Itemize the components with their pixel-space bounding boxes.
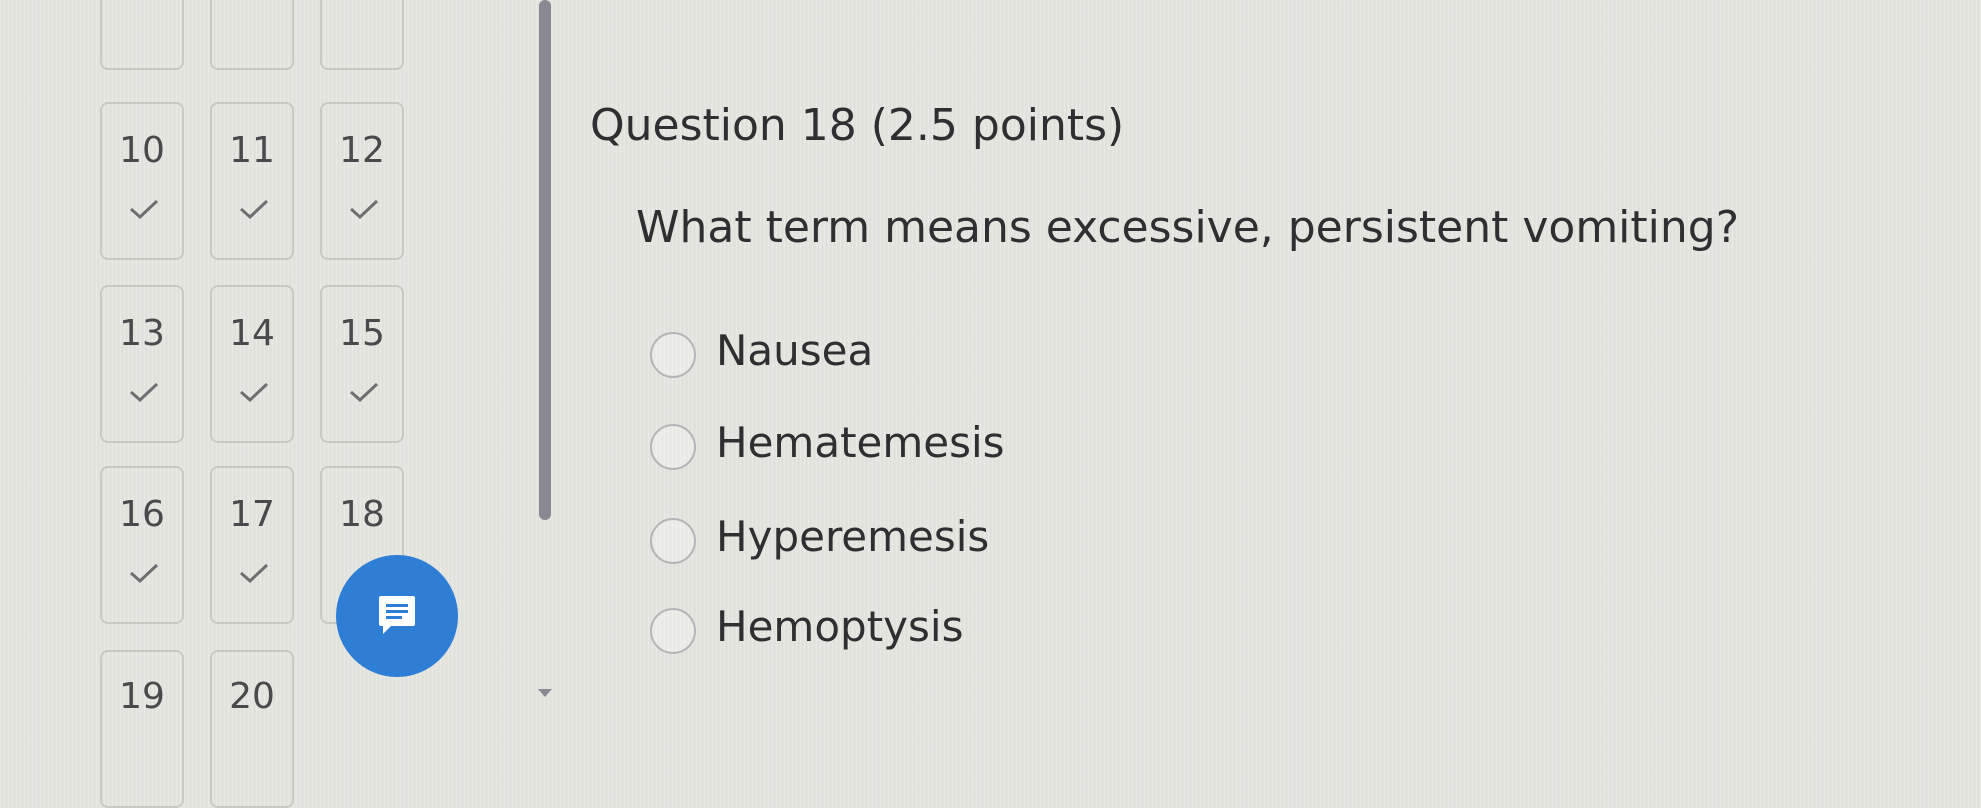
question-number: 16 xyxy=(119,494,165,535)
question-number: 11 xyxy=(229,130,275,171)
question-navigator: 10 11 12 13 14 15 16 17 18 19 20 xyxy=(0,0,540,808)
radio-button[interactable] xyxy=(650,518,696,564)
message-icon xyxy=(379,596,415,634)
checkmark-icon xyxy=(350,382,379,403)
question-tile-20[interactable]: 20 xyxy=(210,650,294,808)
answer-label: Hemoptysis xyxy=(716,602,964,651)
checkmark-icon xyxy=(130,199,159,220)
question-tile-14[interactable]: 14 xyxy=(210,285,294,443)
question-tile-9[interactable] xyxy=(320,0,404,70)
question-tile-10[interactable]: 10 xyxy=(100,102,184,260)
feedback-button[interactable] xyxy=(336,555,458,677)
question-tile-19[interactable]: 19 xyxy=(100,650,184,808)
question-number: 19 xyxy=(119,676,165,717)
question-tile-8[interactable] xyxy=(210,0,294,70)
radio-button[interactable] xyxy=(650,608,696,654)
question-text: What term means excessive, persistent vo… xyxy=(636,202,1740,253)
question-tile-7[interactable] xyxy=(100,0,184,70)
question-tile-16[interactable]: 16 xyxy=(100,466,184,624)
checkmark-icon xyxy=(130,563,159,584)
question-number: 10 xyxy=(119,130,165,171)
question-tile-11[interactable]: 11 xyxy=(210,102,294,260)
answer-label: Nausea xyxy=(716,326,874,375)
question-tile-12[interactable]: 12 xyxy=(320,102,404,260)
radio-button[interactable] xyxy=(650,332,696,378)
checkmark-icon xyxy=(240,382,269,403)
question-tile-17[interactable]: 17 xyxy=(210,466,294,624)
question-title: Question 18 (2.5 points) xyxy=(590,100,1125,151)
checkmark-icon xyxy=(240,563,269,584)
scrollbar[interactable] xyxy=(539,0,551,520)
checkmark-icon xyxy=(240,199,269,220)
question-number: 17 xyxy=(229,494,275,535)
checkmark-icon xyxy=(130,382,159,403)
question-number: 14 xyxy=(229,313,275,354)
question-number: 20 xyxy=(229,676,275,717)
answer-label: Hematemesis xyxy=(716,418,1005,467)
scroll-down-arrow-icon[interactable] xyxy=(537,688,553,698)
radio-button[interactable] xyxy=(650,424,696,470)
question-number: 18 xyxy=(339,494,385,535)
question-tile-15[interactable]: 15 xyxy=(320,285,404,443)
checkmark-icon xyxy=(350,199,379,220)
question-number: 13 xyxy=(119,313,165,354)
question-tile-13[interactable]: 13 xyxy=(100,285,184,443)
question-number: 15 xyxy=(339,313,385,354)
question-number: 12 xyxy=(339,130,385,171)
answer-label: Hyperemesis xyxy=(716,512,990,561)
